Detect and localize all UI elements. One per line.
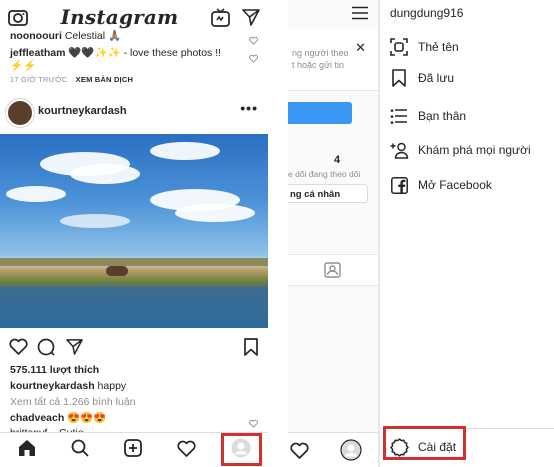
find-people-button[interactable] [288, 102, 352, 124]
profile-avatar-icon[interactable] [340, 439, 362, 466]
comment-like-icon[interactable] [249, 50, 258, 68]
drawer-item-label: Thẻ tên [418, 40, 459, 54]
cloud-shape [175, 204, 255, 222]
like-count[interactable]: 575.111 lượt thích [10, 364, 99, 376]
avatar[interactable] [6, 99, 34, 127]
caption: kourtneykardash happy [10, 380, 126, 393]
highlight-box-settings [383, 426, 466, 460]
stat-labels: e dõi đang theo dõi [288, 169, 361, 179]
translate-link[interactable]: XEM BẢN DỊCH [76, 75, 133, 84]
share-icon[interactable] [66, 338, 83, 360]
new-post-icon[interactable] [123, 439, 142, 462]
close-friends-icon [388, 105, 410, 127]
direct-message-icon[interactable] [242, 8, 260, 27]
profile-tabs [288, 254, 378, 286]
drawer-item-discover-people[interactable]: Khám phá mọi người [388, 137, 554, 163]
following-count[interactable]: 4 [334, 154, 340, 166]
drawer-item-label: Mở Facebook [418, 178, 492, 192]
post-header: kourtneykardash ••• [0, 96, 268, 130]
tagged-photos-icon[interactable] [324, 262, 341, 283]
comment-row: chadveach 😍😍😍 [10, 412, 106, 425]
cloud-shape [70, 164, 140, 184]
instagram-logo: Instagram [60, 5, 179, 29]
suggestion-text: ng người theo [292, 48, 349, 58]
drawer-item-open-facebook[interactable]: Mở Facebook [388, 172, 554, 198]
activity-heart-icon[interactable] [290, 442, 309, 464]
camera-icon[interactable] [8, 8, 28, 26]
drawer-item-nametag[interactable]: Thẻ tên [388, 34, 554, 60]
drawer-item-label: Khám phá mọi người [418, 143, 531, 157]
cloud-shape [6, 186, 66, 202]
comment-row: noonoouri Celestial 🙏🏽 [10, 30, 121, 43]
comment-icon[interactable] [37, 338, 55, 361]
facebook-icon [388, 174, 410, 196]
post-username[interactable]: kourtneykardash [38, 105, 127, 117]
suggestion-text: t hoặc gửi tin [292, 60, 345, 70]
nametag-icon [388, 36, 410, 58]
search-icon[interactable] [71, 439, 89, 462]
post-actions [0, 336, 268, 358]
drawer-item-label: Bạn thân [418, 109, 467, 123]
hamburger-menu-icon[interactable] [352, 6, 368, 25]
close-icon[interactable]: ✕ [355, 40, 366, 56]
drawer-item-label: Đã lưu [418, 71, 455, 85]
like-icon[interactable] [9, 338, 28, 360]
profile-panel: ng người theo t hoặc gửi tin ✕ 4 e dõi đ… [288, 0, 378, 467]
bookmark-icon [388, 67, 410, 89]
comment-username[interactable]: noonoouri [10, 30, 62, 42]
more-options-icon[interactable]: ••• [240, 100, 258, 116]
bottom-nav [288, 432, 378, 467]
side-drawer: dungdung916 Thẻ tên Đã lưu Bạn thân Khám… [380, 0, 554, 467]
hillside-shape [0, 258, 268, 266]
cloud-shape [60, 214, 130, 228]
comment-text: Celestial 🙏🏽 [64, 30, 122, 42]
suggestion-card: ng người theo t hoặc gửi tin ✕ [288, 28, 378, 91]
comment-text: 😍😍😍 [67, 412, 107, 424]
home-icon[interactable] [18, 439, 36, 462]
comment-meta: 17 GIỜ TRƯỚC XEM BẢN DỊCH [10, 75, 133, 84]
caption-username[interactable]: kourtneykardash [10, 380, 95, 392]
activity-heart-icon[interactable] [176, 440, 196, 462]
feed-panel: Instagram noonoouri Celestial 🙏🏽 jefflea… [0, 0, 268, 467]
panel-gap [268, 0, 288, 467]
save-bookmark-icon[interactable] [244, 338, 258, 361]
edit-profile-button[interactable]: ng cá nhân [288, 184, 368, 203]
highlight-box-profile-tab [221, 433, 262, 466]
comment-row: jeffleatham 🖤🖤✨✨ - love these photos !! … [10, 47, 245, 73]
caption-text: happy [97, 380, 127, 392]
view-all-comments-link[interactable]: Xem tất cả 1.266 bình luận [10, 396, 136, 409]
comment-timestamp: 17 GIỜ TRƯỚC [10, 75, 68, 84]
feed-top-bar: Instagram [0, 0, 268, 34]
people-shape [106, 266, 128, 276]
drawer-item-saved[interactable]: Đã lưu [388, 65, 554, 91]
drawer-item-close-friends[interactable]: Bạn thân [388, 103, 554, 129]
comment-like-icon[interactable] [249, 415, 258, 433]
cloud-shape [150, 142, 220, 160]
comment-like-icon[interactable] [249, 32, 258, 50]
comment-username[interactable]: chadveach [10, 412, 64, 424]
post-image[interactable] [0, 134, 268, 328]
comment-username[interactable]: jeffleatham [10, 47, 65, 59]
igtv-icon[interactable] [211, 7, 230, 27]
add-person-icon [388, 139, 410, 161]
drawer-username: dungdung916 [390, 6, 464, 20]
